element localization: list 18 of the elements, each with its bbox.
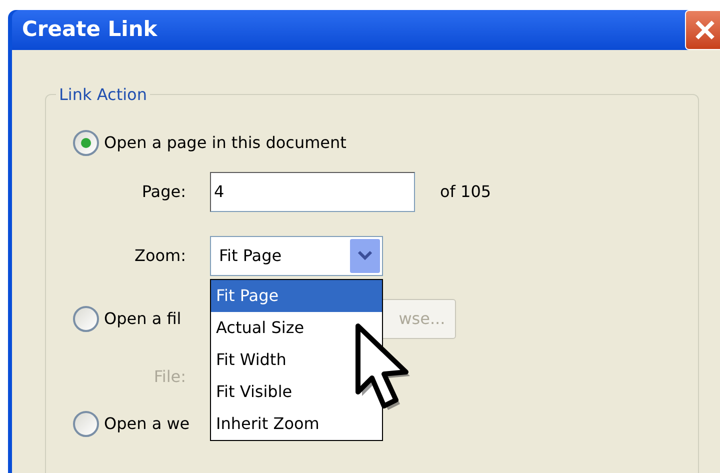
radio-button[interactable] (73, 306, 99, 332)
zoom-dropdown[interactable]: Fit Page (210, 236, 383, 276)
file-label: File: (152, 366, 186, 388)
option-label: Open a fil (104, 308, 182, 330)
dropdown-option[interactable]: Inherit Zoom (211, 408, 382, 440)
close-button[interactable] (685, 10, 720, 50)
option-label: Open a page in this document (104, 132, 346, 154)
window-title: Create Link (22, 16, 158, 44)
radio-button[interactable] (73, 130, 99, 156)
zoom-label: Zoom: (133, 245, 186, 267)
page-total: of 105 (440, 181, 492, 203)
page-label: Page: (140, 181, 186, 203)
chevron-icon (350, 239, 380, 273)
close-icon (694, 19, 716, 41)
page-input[interactable]: 4 (210, 172, 415, 212)
dropdown-option[interactable]: Fit Page (211, 280, 382, 312)
radio-button[interactable] (73, 411, 99, 437)
option-label: Open a we (104, 413, 190, 435)
